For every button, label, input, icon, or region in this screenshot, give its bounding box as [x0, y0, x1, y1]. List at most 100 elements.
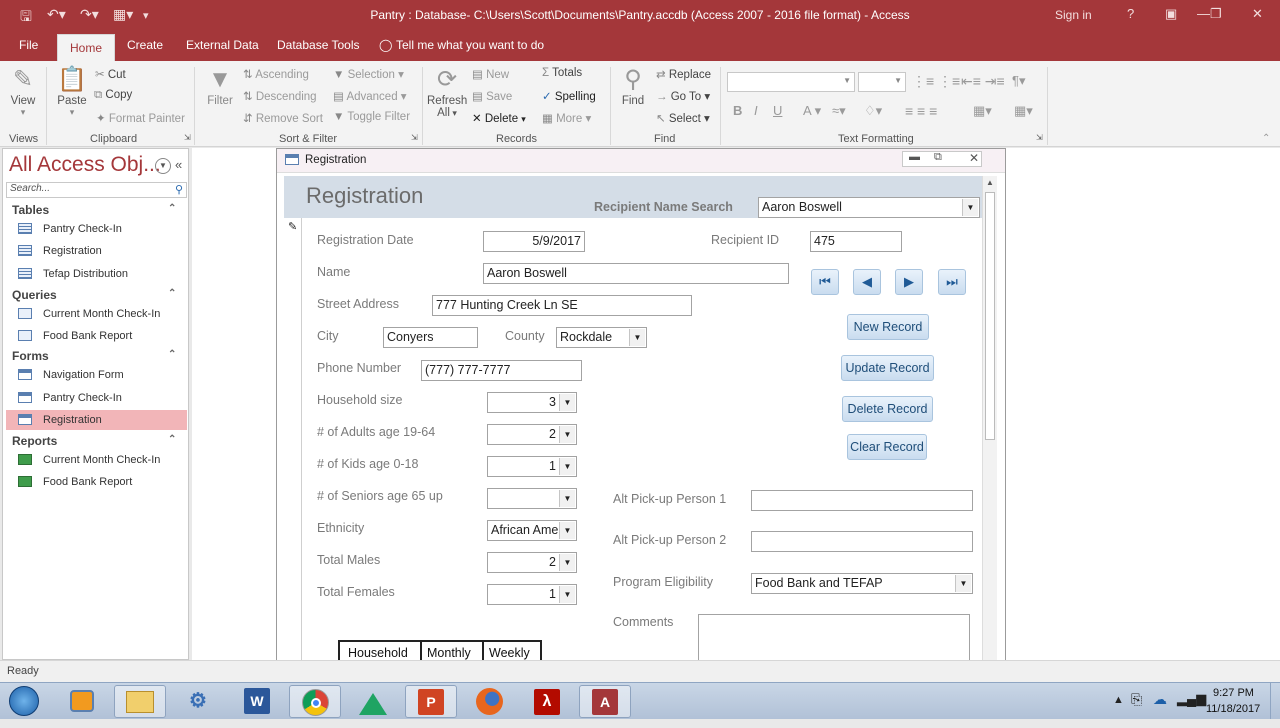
nav-category-reports[interactable]: Reports ⌃: [12, 434, 176, 448]
spelling-button[interactable]: ✓ Spelling: [542, 89, 596, 103]
network-icon[interactable]: ▂▄▆: [1177, 691, 1206, 707]
nav-menu-dropdown-icon[interactable]: ▼: [155, 158, 171, 174]
total-males-combo[interactable]: 2 ▼: [487, 552, 577, 573]
fill-color-icon[interactable]: ♢▾: [864, 103, 882, 119]
ethnicity-combo[interactable]: African Ame ▼: [487, 520, 577, 541]
nav-category-queries[interactable]: Queries ⌃: [12, 288, 176, 302]
close-icon[interactable]: ✕: [1252, 6, 1263, 22]
last-record-button[interactable]: ⏭: [938, 269, 966, 295]
usb-device-icon[interactable]: ⎘: [1131, 691, 1142, 708]
cut-button[interactable]: ✂ Cut: [95, 67, 126, 81]
clock-time[interactable]: 9:27 PM: [1213, 687, 1254, 699]
descending-button[interactable]: ⇅ Descending: [243, 89, 317, 103]
nav-item-query-current-month-check-in[interactable]: Current Month Check-In: [6, 304, 187, 324]
sign-in-link[interactable]: Sign in: [1055, 8, 1092, 22]
update-record-button[interactable]: Update Record: [841, 355, 934, 381]
advanced-button[interactable]: ▤ Advanced ▾: [333, 89, 407, 103]
nav-item-table-registration[interactable]: Registration: [6, 241, 187, 261]
paste-button[interactable]: 📋 Paste ▾: [55, 65, 89, 118]
find-button[interactable]: ⚲ Find: [616, 65, 650, 107]
close-icon[interactable]: ✕: [969, 151, 979, 165]
selection-button[interactable]: ▼ Selection ▾: [333, 67, 404, 81]
nav-pane-header[interactable]: All Access Obj...: [9, 153, 161, 177]
indent-icon[interactable]: ⇤≡ ⇥≡: [961, 73, 1005, 90]
phone-number-field[interactable]: (777) 777-7777: [421, 360, 582, 381]
nav-search-input[interactable]: Search... ⚲: [6, 182, 187, 198]
highlight-icon[interactable]: ≈▾: [832, 103, 846, 119]
sharing-app-icon[interactable]: ⚙: [172, 685, 224, 718]
paragraph-direction-icon[interactable]: ¶▾: [1012, 73, 1026, 89]
adults-combo[interactable]: 2 ▼: [487, 424, 577, 445]
minimize-icon[interactable]: —: [1197, 6, 1210, 21]
view-button[interactable]: ✎ View ▾: [6, 65, 40, 118]
household-size-combo[interactable]: 3 ▼: [487, 392, 577, 413]
tell-me-box[interactable]: Tell me what you want to do: [396, 38, 544, 52]
tab-home[interactable]: Home: [57, 34, 116, 63]
restore-icon[interactable]: ⧉: [934, 151, 942, 164]
replace-button[interactable]: ⇄ Replace: [656, 67, 711, 81]
clock-date[interactable]: 11/18/2017: [1206, 703, 1260, 715]
collapse-ribbon-icon[interactable]: ⌃: [1262, 133, 1270, 144]
onedrive-icon[interactable]: ☁: [1153, 691, 1167, 708]
nav-item-form-registration[interactable]: Registration: [6, 410, 187, 430]
scroll-thumb[interactable]: [985, 192, 995, 440]
nav-item-query-food-bank-report[interactable]: Food Bank Report: [6, 326, 187, 346]
sort-filter-launcher-icon[interactable]: ⇲: [411, 133, 418, 142]
clear-record-button[interactable]: Clear Record: [847, 434, 927, 460]
new-record-button[interactable]: New Record: [847, 314, 929, 340]
align-icons[interactable]: ≡ ≡ ≡: [905, 103, 937, 119]
copy-button[interactable]: ⧉ Copy: [94, 89, 132, 102]
word-icon[interactable]: W: [231, 685, 283, 718]
start-orb-icon[interactable]: [0, 685, 48, 718]
city-field[interactable]: Conyers: [383, 327, 478, 348]
nav-item-table-pantry-check-in[interactable]: Pantry Check-In: [6, 219, 187, 239]
restore-icon[interactable]: ❐: [1210, 6, 1222, 22]
county-combo[interactable]: Rockdale ▼: [556, 327, 647, 348]
google-drive-icon[interactable]: [347, 685, 399, 718]
name-field[interactable]: Aaron Boswell: [483, 263, 789, 284]
help-button[interactable]: ?: [1127, 6, 1134, 21]
kids-combo[interactable]: 1 ▼: [487, 456, 577, 477]
text-formatting-launcher-icon[interactable]: ⇲: [1036, 133, 1043, 142]
nav-item-table-tefap-distribution[interactable]: Tefap Distribution: [6, 264, 187, 284]
goto-button[interactable]: → Go To ▾: [656, 89, 710, 103]
italic-button[interactable]: I: [754, 103, 758, 118]
more-button[interactable]: ▦ More ▾: [542, 111, 591, 125]
tab-create[interactable]: Create: [127, 38, 163, 52]
access-icon[interactable]: A: [579, 685, 631, 718]
media-player-icon[interactable]: [56, 685, 108, 718]
nav-item-form-navigation-form[interactable]: Navigation Form: [6, 365, 187, 385]
registration-date-field[interactable]: 5/9/2017: [483, 231, 585, 252]
nav-item-form-pantry-check-in[interactable]: Pantry Check-In: [6, 388, 187, 408]
tab-database-tools[interactable]: Database Tools: [277, 38, 360, 52]
street-address-field[interactable]: 777 Hunting Creek Ln SE: [432, 295, 692, 316]
scroll-up-icon[interactable]: ▲: [986, 178, 994, 187]
show-desktop-button[interactable]: [1270, 683, 1280, 719]
font-size-combo[interactable]: ▼: [858, 72, 906, 92]
alt-pickup-1-field[interactable]: [751, 490, 973, 511]
firefox-icon[interactable]: [463, 685, 515, 718]
chrome-icon[interactable]: [289, 685, 341, 718]
next-record-button[interactable]: ▶: [895, 269, 923, 295]
delete-ribbon-button[interactable]: ✕ Delete ▾: [472, 111, 526, 125]
nav-item-report-food-bank-report[interactable]: Food Bank Report: [6, 472, 187, 492]
powerpoint-icon[interactable]: P: [405, 685, 457, 718]
file-explorer-icon[interactable]: [114, 685, 166, 718]
shutter-bar-icon[interactable]: «: [175, 157, 182, 172]
nav-category-tables[interactable]: Tables ⌃: [12, 203, 176, 217]
program-eligibility-combo[interactable]: Food Bank and TEFAP ▼: [751, 573, 973, 594]
totals-button[interactable]: Σ Totals: [542, 67, 582, 79]
new-record-ribbon-button[interactable]: ▤ New: [472, 67, 509, 81]
toggle-filter-button[interactable]: ▼ Toggle Filter: [333, 111, 410, 123]
filter-button[interactable]: ▼ Filter: [203, 65, 237, 107]
underline-button[interactable]: U: [773, 103, 782, 118]
gridlines-icon[interactable]: ▦▾: [1014, 103, 1033, 119]
alternate-row-color-icon[interactable]: ▦▾: [973, 103, 992, 119]
total-females-combo[interactable]: 1 ▼: [487, 584, 577, 605]
ascending-button[interactable]: ⇅ Ascending: [243, 67, 309, 81]
nav-item-report-current-month-check-in[interactable]: Current Month Check-In: [6, 450, 187, 470]
refresh-all-button[interactable]: ⟳ Refresh All ▾: [427, 65, 467, 119]
font-color-button[interactable]: A ▾: [803, 103, 821, 119]
alt-pickup-2-field[interactable]: [751, 531, 973, 552]
form-vertical-scrollbar[interactable]: ▲: [982, 176, 997, 668]
